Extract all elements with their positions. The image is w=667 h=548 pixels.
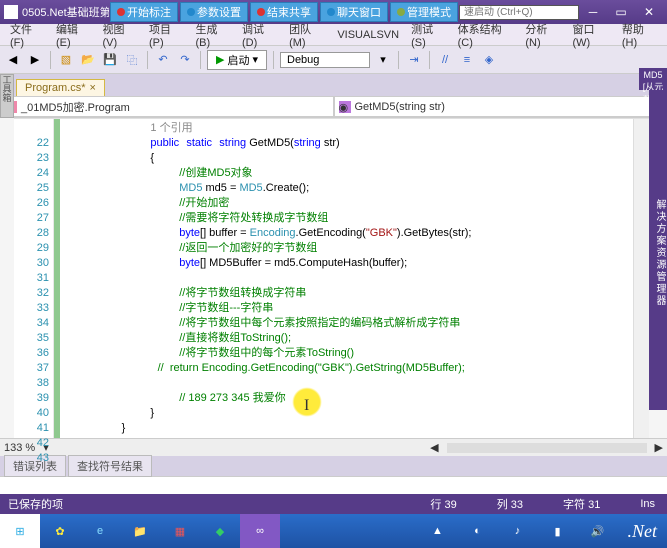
menu-arch[interactable]: 体系结构(C) — [452, 21, 520, 49]
tab-program-cs[interactable]: Program.cs* × — [16, 79, 105, 96]
menu-test[interactable]: 测试(S) — [405, 21, 452, 49]
taskbar-explorer-icon[interactable]: 📁 — [120, 514, 160, 548]
ext-btn-admin[interactable]: 管理模式 — [390, 2, 458, 22]
config-dropdown[interactable]: Debug — [280, 52, 370, 68]
close-button[interactable]: ✕ — [635, 5, 663, 19]
taskbar-app-3[interactable]: ◆ — [200, 514, 240, 548]
windows-taskbar: ⊞ ✿ e 📁 ▦ ◆ ∞ ▲ ◐ ♪ ▮ 🔊 .Net — [0, 514, 667, 548]
bottom-panel — [0, 476, 667, 494]
step-icon[interactable]: ⇥ — [405, 51, 423, 69]
status-bar: 已保存的项 行 39 列 33 字符 31 Ins — [0, 494, 667, 514]
nav-fwd-icon[interactable]: ▶ — [26, 51, 44, 69]
menu-visualsvn[interactable]: VISUALSVN — [331, 29, 405, 41]
class-dropdown[interactable]: ◆_01MD5加密.Program — [0, 96, 334, 117]
horizontal-scrollbar[interactable] — [447, 443, 647, 453]
document-tabs: 工具箱 Program.cs* × — [0, 74, 667, 96]
status-line: 行 39 — [430, 496, 456, 512]
start-debug-button[interactable]: ▶启动▾ — [207, 50, 267, 70]
menu-debug[interactable]: 调试(D) — [236, 21, 283, 49]
code-content[interactable]: 1 个引用 public static string GetMD5(string… — [60, 119, 633, 438]
menu-project[interactable]: 项目(P) — [143, 21, 190, 49]
tab-find-results[interactable]: 查找符号结果 — [68, 455, 152, 477]
main-toolbar: ◀ ▶ ▧ 📂 💾 ⿻ ↶ ↷ ▶启动▾ Debug ▾ ⇥ // ≡ ◈ — [0, 46, 667, 74]
code-editor[interactable]: 2223242526272829303132333435363738394041… — [14, 118, 649, 438]
hscroll-right-icon[interactable]: ▶ — [655, 441, 663, 454]
start-button[interactable]: ⊞ — [0, 514, 40, 548]
save-all-icon[interactable]: ⿻ — [123, 51, 141, 69]
ext-btn-chat[interactable]: 聊天窗口 — [320, 2, 388, 22]
solution-explorer-tab[interactable]: 解决方案资源管理器 — [649, 90, 667, 410]
text-caret-icon: I — [304, 397, 309, 415]
hscroll-left-icon[interactable]: ◀ — [430, 441, 438, 454]
undo-icon[interactable]: ↶ — [154, 51, 172, 69]
taskbar-app-1[interactable]: ✿ — [40, 514, 80, 548]
redo-icon[interactable]: ↷ — [176, 51, 194, 69]
menu-build[interactable]: 生成(B) — [189, 21, 236, 49]
tray-network-icon[interactable]: ▮ — [538, 514, 578, 548]
status-char: 字符 31 — [563, 496, 600, 512]
new-project-icon[interactable]: ▧ — [57, 51, 75, 69]
menu-window[interactable]: 窗口(W) — [566, 21, 615, 49]
left-dock-strip[interactable]: 工具箱 — [0, 74, 14, 118]
comment-icon[interactable]: // — [436, 51, 454, 69]
line-numbers: 2223242526272829303132333435363738394041… — [14, 119, 54, 438]
tray-icon-1[interactable]: ◐ — [458, 514, 498, 548]
taskbar-vs-icon[interactable]: ∞ — [240, 514, 280, 548]
vertical-scrollbar[interactable] — [633, 119, 649, 438]
ext-btn-settings[interactable]: 参数设置 — [180, 2, 248, 22]
tab-close-icon[interactable]: × — [90, 82, 96, 94]
menu-analyze[interactable]: 分析(N) — [519, 21, 566, 49]
status-message: 已保存的项 — [8, 496, 390, 512]
member-dropdown[interactable]: ◉GetMD5(string str) — [334, 96, 667, 117]
tray-icon-2[interactable]: ♪ — [498, 514, 538, 548]
bookmark-icon[interactable]: ◈ — [480, 51, 498, 69]
menu-view[interactable]: 视图(V) — [96, 21, 143, 49]
nav-back-icon[interactable]: ◀ — [4, 51, 22, 69]
ext-btn-start-annotate[interactable]: 开始标注 — [110, 2, 178, 22]
code-nav-bar: ◆_01MD5加密.Program ◉GetMD5(string str) — [0, 96, 667, 118]
editor-footer: 133 %▾ ◀▶ — [0, 438, 667, 456]
open-icon[interactable]: 📂 — [79, 51, 97, 69]
menu-team[interactable]: 团队(M) — [283, 21, 331, 49]
save-icon[interactable]: 💾 — [101, 51, 119, 69]
ext-btn-end-share[interactable]: 结束共享 — [250, 2, 318, 22]
menu-edit[interactable]: 编辑(E) — [50, 21, 97, 49]
taskbar-app-2[interactable]: ▦ — [160, 514, 200, 548]
taskbar-ie-icon[interactable]: e — [80, 514, 120, 548]
method-icon: ◉ — [339, 101, 351, 113]
window-title: 0505.Net基础班第十四天 - Microso... — [22, 4, 109, 20]
maximize-button[interactable]: ▭ — [607, 5, 635, 19]
menu-file[interactable]: 文件(F) — [4, 21, 50, 49]
net-watermark: .Net — [618, 521, 667, 542]
tab-label: Program.cs* — [25, 82, 86, 94]
status-col: 列 33 — [497, 496, 523, 512]
minimize-button[interactable]: ─ — [579, 5, 607, 19]
menu-bar: 文件(F) 编辑(E) 视图(V) 项目(P) 生成(B) 调试(D) 团队(M… — [0, 24, 667, 46]
bottom-panel-tabs: 错误列表 查找符号结果 — [0, 456, 667, 476]
tray-up-icon[interactable]: ▲ — [418, 514, 458, 548]
md5-metadata-label[interactable]: MD5 [从元数据] — [639, 68, 667, 90]
tray-volume-icon[interactable]: 🔊 — [578, 514, 618, 548]
quick-launch-input[interactable] — [459, 5, 579, 20]
menu-help[interactable]: 帮助(H) — [616, 21, 663, 49]
vs-logo-icon — [4, 5, 18, 19]
uncomment-icon[interactable]: ≡ — [458, 51, 476, 69]
